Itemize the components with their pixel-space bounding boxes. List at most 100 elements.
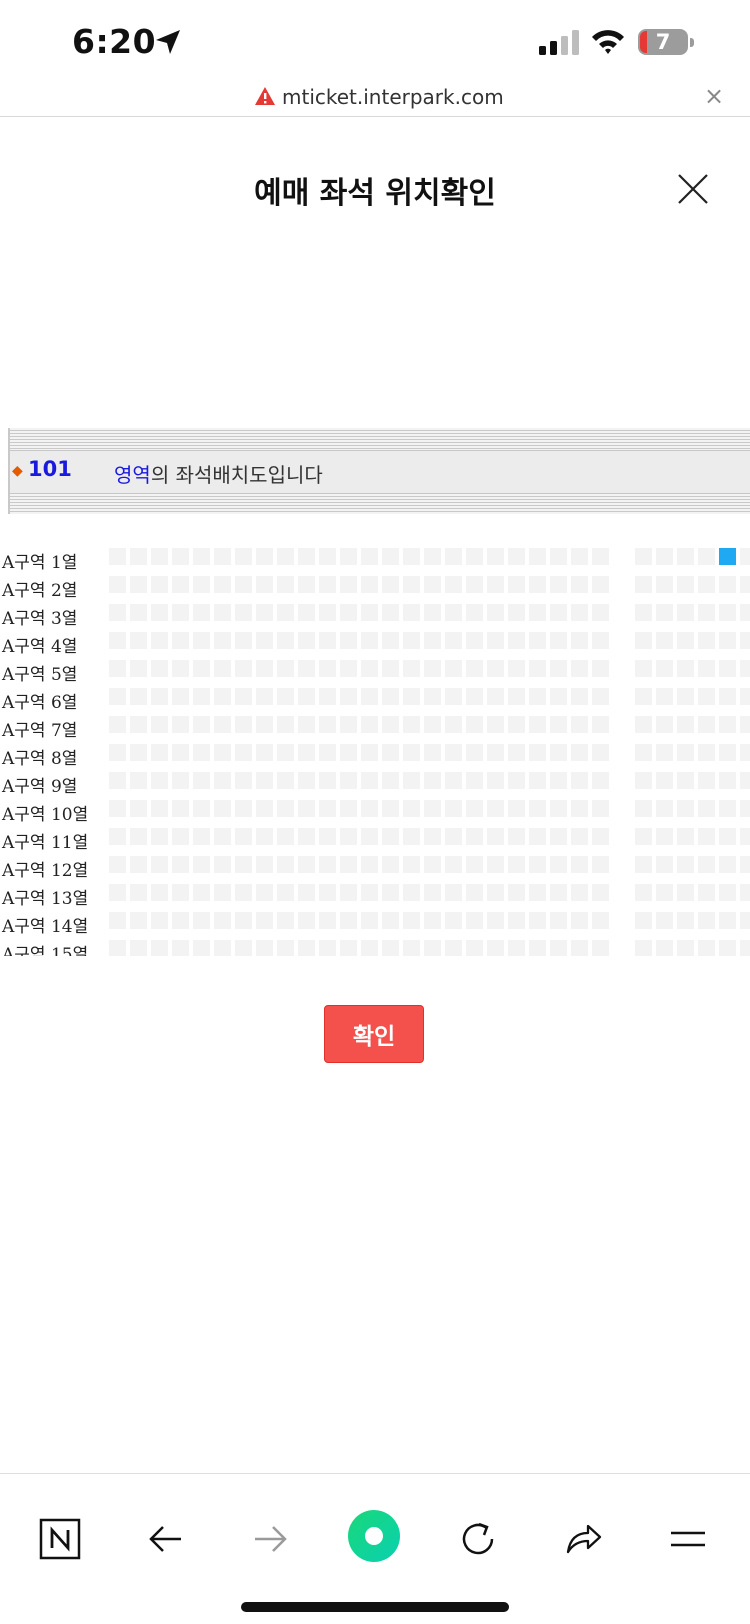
- seat[interactable]: [529, 548, 546, 565]
- seat[interactable]: [298, 912, 315, 929]
- seat[interactable]: [193, 716, 210, 733]
- seat[interactable]: [677, 772, 694, 789]
- seat[interactable]: [340, 744, 357, 761]
- seat[interactable]: [677, 688, 694, 705]
- seat[interactable]: [677, 828, 694, 845]
- seat[interactable]: [382, 688, 399, 705]
- seat[interactable]: [298, 632, 315, 649]
- seat[interactable]: [193, 828, 210, 845]
- seat[interactable]: [319, 632, 336, 649]
- seat[interactable]: [256, 800, 273, 817]
- seat[interactable]: [740, 548, 750, 565]
- seat[interactable]: [193, 548, 210, 565]
- seat[interactable]: [277, 800, 294, 817]
- seat[interactable]: [487, 632, 504, 649]
- seat[interactable]: [677, 856, 694, 873]
- seat[interactable]: [109, 688, 126, 705]
- seat[interactable]: [677, 632, 694, 649]
- seat[interactable]: [151, 660, 168, 677]
- seat[interactable]: [256, 772, 273, 789]
- share-icon[interactable]: [560, 1516, 606, 1562]
- seat[interactable]: [319, 744, 336, 761]
- seat[interactable]: [529, 828, 546, 845]
- seat[interactable]: [508, 632, 525, 649]
- seat[interactable]: [424, 912, 441, 929]
- seat[interactable]: [277, 744, 294, 761]
- seat[interactable]: [698, 884, 715, 901]
- seat[interactable]: [445, 604, 462, 621]
- seat[interactable]: [740, 576, 750, 593]
- seat[interactable]: [424, 548, 441, 565]
- seat[interactable]: [361, 548, 378, 565]
- seat[interactable]: [424, 800, 441, 817]
- seat[interactable]: [403, 688, 420, 705]
- seat[interactable]: [719, 688, 736, 705]
- seat[interactable]: [235, 548, 252, 565]
- seat[interactable]: [487, 604, 504, 621]
- seat[interactable]: [550, 548, 567, 565]
- seat[interactable]: [487, 856, 504, 873]
- seat[interactable]: [740, 632, 750, 649]
- seat[interactable]: [656, 632, 673, 649]
- seat[interactable]: [256, 716, 273, 733]
- seat[interactable]: [550, 688, 567, 705]
- seat[interactable]: [466, 688, 483, 705]
- seat[interactable]: [214, 828, 231, 845]
- seat[interactable]: [424, 856, 441, 873]
- seat[interactable]: [529, 688, 546, 705]
- seat[interactable]: [235, 912, 252, 929]
- seat[interactable]: [172, 716, 189, 733]
- seat[interactable]: [445, 576, 462, 593]
- seat[interactable]: [508, 772, 525, 789]
- seat[interactable]: [529, 604, 546, 621]
- seat[interactable]: [193, 800, 210, 817]
- seat[interactable]: [340, 884, 357, 901]
- seat[interactable]: [571, 940, 588, 956]
- seat[interactable]: [298, 688, 315, 705]
- seat[interactable]: [740, 716, 750, 733]
- seat[interactable]: [698, 604, 715, 621]
- seat[interactable]: [130, 604, 147, 621]
- seat[interactable]: [319, 716, 336, 733]
- seat[interactable]: [571, 688, 588, 705]
- seat[interactable]: [109, 940, 126, 956]
- seat[interactable]: [656, 716, 673, 733]
- seat[interactable]: [340, 772, 357, 789]
- seat[interactable]: [445, 828, 462, 845]
- seat[interactable]: [193, 772, 210, 789]
- seat[interactable]: [361, 632, 378, 649]
- seat[interactable]: [698, 772, 715, 789]
- seat[interactable]: [319, 772, 336, 789]
- seat[interactable]: [214, 576, 231, 593]
- seat[interactable]: [277, 548, 294, 565]
- seat[interactable]: [487, 660, 504, 677]
- seat[interactable]: [277, 772, 294, 789]
- seat[interactable]: [109, 800, 126, 817]
- seat[interactable]: [677, 604, 694, 621]
- seat[interactable]: [235, 772, 252, 789]
- seat[interactable]: [151, 912, 168, 929]
- seat[interactable]: [719, 800, 736, 817]
- seat[interactable]: [151, 576, 168, 593]
- seat[interactable]: [109, 548, 126, 565]
- seat[interactable]: [466, 548, 483, 565]
- seat[interactable]: [508, 660, 525, 677]
- seat[interactable]: [445, 856, 462, 873]
- seat[interactable]: [151, 632, 168, 649]
- seat[interactable]: [740, 940, 750, 956]
- seat[interactable]: [677, 548, 694, 565]
- seat[interactable]: [424, 884, 441, 901]
- seat[interactable]: [677, 576, 694, 593]
- seat[interactable]: [298, 940, 315, 956]
- seat[interactable]: [151, 772, 168, 789]
- seat[interactable]: [361, 912, 378, 929]
- seat[interactable]: [361, 884, 378, 901]
- seat[interactable]: [529, 576, 546, 593]
- seat[interactable]: [340, 800, 357, 817]
- seat[interactable]: [361, 604, 378, 621]
- seat[interactable]: [277, 884, 294, 901]
- seat[interactable]: [635, 828, 652, 845]
- seat[interactable]: [172, 688, 189, 705]
- seat[interactable]: [445, 688, 462, 705]
- seat[interactable]: [361, 800, 378, 817]
